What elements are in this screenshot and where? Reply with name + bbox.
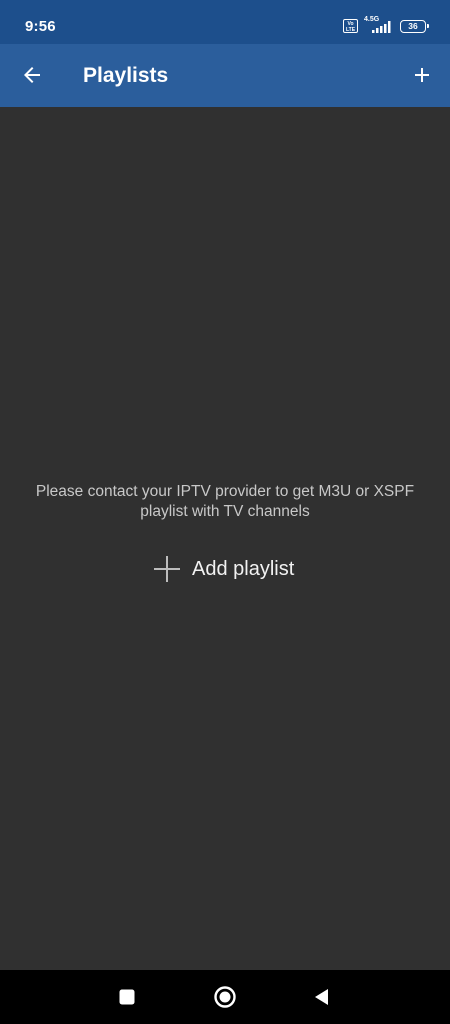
volte-icon: Vo LTE: [343, 19, 358, 33]
circle-icon: [214, 986, 236, 1008]
system-nav-bar: [0, 970, 450, 1024]
plus-icon: [154, 556, 180, 582]
empty-state-message: Please contact your IPTV provider to get…: [35, 483, 415, 520]
page-title: Playlists: [83, 64, 169, 87]
status-icons: Vo LTE 4.5G 36: [343, 16, 429, 34]
battery-icon: 36: [400, 19, 429, 33]
home-button[interactable]: [205, 977, 245, 1017]
back-button[interactable]: [10, 53, 54, 97]
add-playlist-label: Add playlist: [192, 558, 295, 580]
nav-back-button[interactable]: [302, 977, 342, 1017]
signal-icon: 4.5G: [364, 16, 394, 34]
arrow-left-icon: [24, 67, 40, 83]
recents-button[interactable]: [107, 977, 147, 1017]
triangle-back-icon: [315, 989, 328, 1005]
playlist-content: Please contact your IPTV provider to get…: [0, 107, 450, 970]
status-time: 9:56: [25, 18, 56, 35]
square-icon: [119, 989, 135, 1005]
status-bar: 9:56 Vo LTE 4.5G 36: [0, 0, 450, 44]
plus-icon: [415, 68, 429, 82]
signal-bars-icon: [372, 21, 391, 33]
app-bar: Playlists: [0, 44, 450, 107]
add-playlist-button[interactable]: Add playlist: [146, 551, 300, 587]
add-playlist-toolbar-button[interactable]: [400, 53, 444, 97]
